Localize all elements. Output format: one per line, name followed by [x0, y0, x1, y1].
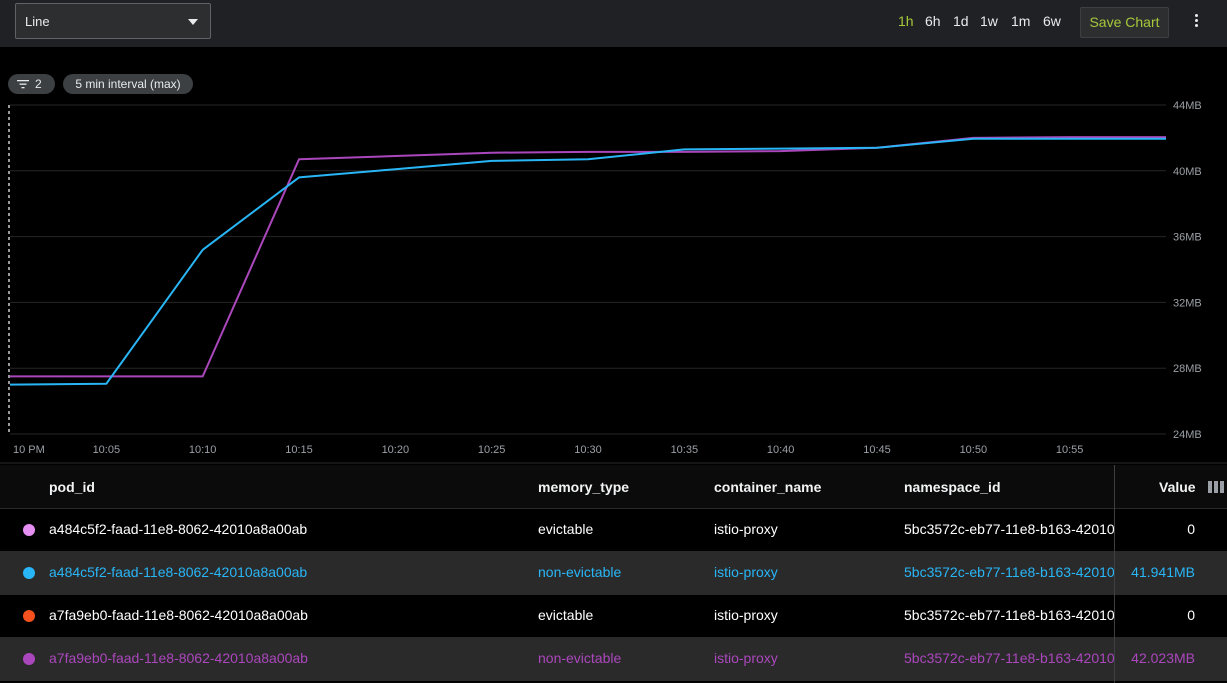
column-divider [1114, 465, 1115, 683]
cell-value: 41.941MB [1131, 564, 1195, 580]
chart-type-value: Line [25, 14, 50, 29]
legend-table: pod_id memory_type container_name namesp… [0, 465, 1227, 683]
header-namespace-id[interactable]: namespace_id [904, 479, 1001, 495]
cell-memory-type: non-evictable [538, 650, 622, 666]
series-color-dot [23, 567, 35, 579]
cell-memory-type: non-evictable [538, 564, 622, 580]
x-tick-label: 10:30 [574, 444, 602, 456]
cell-memory-type: evictable [538, 521, 594, 537]
table-row[interactable]: a7fa9eb0-faad-11e8-8062-42010a8a00ab non-… [0, 638, 1227, 681]
cell-value: 0 [1187, 521, 1195, 537]
filter-icon [17, 80, 29, 89]
cell-pod-id: a484c5f2-faad-11e8-8062-42010a8a00ab [49, 521, 308, 537]
x-tick-label: 10:40 [767, 444, 795, 456]
x-tick-label: 10:10 [189, 444, 217, 456]
table-row[interactable]: a484c5f2-faad-11e8-8062-42010a8a00ab evic… [0, 509, 1227, 552]
header-memory-type[interactable]: memory_type [538, 479, 629, 495]
caret-down-icon [188, 19, 198, 25]
header-container-name[interactable]: container_name [714, 479, 821, 495]
column-settings-icon[interactable] [1208, 481, 1224, 493]
cell-value: 0 [1187, 607, 1195, 623]
x-tick-label: 10:20 [382, 444, 410, 456]
y-tick-label: 24MB [1173, 429, 1202, 441]
y-tick-label: 40MB [1173, 166, 1202, 178]
chart-type-select[interactable]: Line [15, 3, 211, 39]
range-1d[interactable]: 1d [953, 13, 969, 29]
cell-memory-type: evictable [538, 607, 594, 623]
y-tick-label: 32MB [1173, 297, 1202, 309]
cell-value: 42.023MB [1131, 650, 1195, 666]
x-tick-label: 10:05 [93, 444, 121, 456]
range-1h[interactable]: 1h [898, 13, 914, 29]
chart-svg: 24MB 28MB 32MB 36MB 40MB 44MB 10 PM 10:05 10:10 1… [0, 100, 1227, 464]
interval-chip[interactable]: 5 min interval (max) [63, 74, 193, 94]
cell-pod-id: a7fa9eb0-faad-11e8-8062-42010a8a00ab [49, 607, 308, 623]
toolbar: Line 1h 6h 1d 1w 1m 6w Save Chart [0, 0, 1227, 47]
range-6h[interactable]: 6h [925, 13, 941, 29]
series-line-0 [10, 136, 1166, 378]
x-tick-label: 10:50 [960, 444, 988, 456]
x-tick-label: 10:15 [285, 444, 313, 456]
series-line-1 [9, 137, 1166, 386]
x-tick-label: 10 PM [13, 444, 45, 456]
filter-count: 2 [35, 77, 42, 91]
y-tick-label: 36MB [1173, 232, 1202, 244]
table-row[interactable]: a7fa9eb0-faad-11e8-8062-42010a8a00ab evic… [0, 595, 1227, 638]
cell-container-name: istio-proxy [714, 564, 778, 580]
x-tick-label: 10:45 [863, 444, 891, 456]
range-6w[interactable]: 6w [1043, 13, 1061, 29]
y-tick-label: 28MB [1173, 363, 1202, 375]
series-color-dot [23, 653, 35, 665]
x-tick-label: 10:25 [478, 444, 506, 456]
save-chart-button[interactable]: Save Chart [1080, 7, 1169, 38]
table-header: pod_id memory_type container_name namesp… [0, 465, 1227, 509]
series-color-dot [23, 524, 35, 536]
series-color-dot [23, 610, 35, 622]
cell-container-name: istio-proxy [714, 521, 778, 537]
header-pod-id[interactable]: pod_id [49, 479, 95, 495]
y-tick-label: 44MB [1173, 100, 1202, 112]
line-chart: 24MB 28MB 32MB 36MB 40MB 44MB 10 PM 10:05 10:10 1… [0, 95, 1227, 465]
range-1w[interactable]: 1w [980, 13, 998, 29]
cell-pod-id: a484c5f2-faad-11e8-8062-42010a8a00ab [49, 564, 308, 580]
x-tick-label: 10:35 [671, 444, 699, 456]
header-value[interactable]: Value [1159, 479, 1196, 495]
more-options-icon[interactable] [1188, 12, 1204, 34]
cell-pod-id: a7fa9eb0-faad-11e8-8062-42010a8a00ab [49, 650, 308, 666]
filter-chip[interactable]: 2 [8, 74, 55, 94]
cell-container-name: istio-proxy [714, 650, 778, 666]
range-1m[interactable]: 1m [1011, 13, 1030, 29]
table-row[interactable]: a484c5f2-faad-11e8-8062-42010a8a00ab non-… [0, 552, 1227, 595]
cell-container-name: istio-proxy [714, 607, 778, 623]
x-tick-label: 10:55 [1056, 444, 1084, 456]
